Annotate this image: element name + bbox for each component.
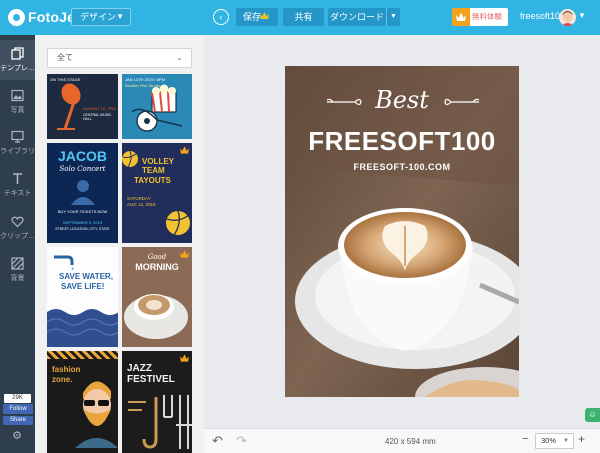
template-text: AUG 12, 2018 — [127, 202, 156, 207]
undo-icon[interactable]: ↶ — [212, 433, 223, 449]
chevron-down-icon: ▼ — [116, 12, 124, 21]
template-text: JAZZ — [127, 363, 152, 374]
poster-subtitle[interactable]: FREESOFT-100.COM — [285, 162, 519, 172]
text-icon — [13, 173, 22, 184]
template-text: Solo Concert — [59, 165, 106, 173]
template-text: zone. — [52, 375, 73, 384]
avatar[interactable] — [559, 9, 576, 26]
template-text: MORNING — [135, 262, 179, 272]
library-icon — [11, 130, 24, 143]
free-trial-label: 無料体験 — [472, 12, 502, 21]
sidebar-item-photos[interactable]: 写真 — [0, 82, 35, 122]
heart-icon — [11, 216, 24, 228]
sidebar-item-label: クリップ… — [0, 233, 35, 240]
poster-canvas[interactable]: Best FREESOFT100 FREESOFT-100.COM — [285, 66, 519, 397]
photo-icon — [11, 89, 24, 102]
volleyball-icon — [166, 210, 190, 236]
template-thumbnail[interactable]: VOLLEY TEAM TAYOUTS SATURDAY AUG 12, 201… — [122, 143, 192, 243]
water-waves-illustration — [47, 309, 118, 347]
back-arrow-icon[interactable]: ‹ — [213, 9, 229, 25]
zoom-out-button[interactable]: − — [522, 433, 528, 445]
sidebar-item-text[interactable]: テキスト — [0, 165, 35, 205]
background-icon — [11, 257, 24, 270]
sidebar-item-label: ライブラリ — [0, 148, 35, 155]
sidebar-item-label: 背景 — [10, 275, 25, 282]
template-thumbnail[interactable]: SAVE WATER, SAVE LIFE! — [47, 247, 118, 347]
template-text: SATURDAY — [127, 196, 151, 201]
template-text: TAYOUTS — [134, 176, 171, 185]
facebook-like-count: 29K — [4, 394, 31, 403]
template-thumbnail[interactable]: JAZZ FESTIVEL — [122, 351, 192, 453]
template-text: FESTIVEL — [127, 374, 175, 385]
template-icon — [11, 47, 24, 60]
zoom-in-button[interactable]: + — [578, 432, 585, 446]
template-text: VOLLEY — [142, 157, 175, 166]
template-text: CENTRAL MUSIC HALL — [83, 113, 112, 121]
crown-icon — [180, 354, 189, 362]
template-text: BUY YOUR TICKETS NOW — [57, 209, 108, 214]
poster-title[interactable]: FREESOFT100 — [285, 126, 519, 157]
sidebar-item-background[interactable]: 背景 — [0, 250, 35, 290]
facebook-follow-label: Follow — [9, 406, 27, 412]
coffee-cup-photo — [124, 294, 188, 339]
facebook-follow-button[interactable]: Follow — [3, 404, 33, 414]
sidebar-item-label: 写真 — [10, 107, 25, 114]
fotojet-logo-icon — [8, 9, 25, 26]
gear-icon[interactable]: ⚙ — [11, 430, 23, 442]
zoom-value: 30% — [541, 436, 557, 445]
sidebar-item-label: テキスト — [3, 190, 32, 197]
sidebar-item-templates[interactable]: テンプレ… — [0, 40, 35, 80]
share-button[interactable]: 共有 — [283, 8, 324, 26]
template-text: JACOB — [57, 148, 107, 164]
coffee-background-photo — [285, 66, 519, 397]
bearded-man-illustration — [75, 381, 118, 448]
save-button[interactable]: 保存 — [236, 8, 278, 26]
template-filter-dropdown[interactable]: 全て ⌄ — [47, 48, 192, 68]
sidebar-item-label: テンプレ… — [0, 65, 35, 72]
facebook-share-button[interactable]: Share — [3, 416, 33, 425]
save-label: 保存 — [243, 12, 262, 22]
download-options-chevron-icon[interactable]: ▼ — [386, 8, 400, 26]
saxophone-illustration — [128, 395, 192, 449]
template-text: SAVE WATER, — [59, 272, 113, 281]
template-text: AUGUST 12, 7PM — [83, 106, 116, 111]
crown-icon — [260, 12, 269, 19]
redo-icon[interactable]: ↷ — [236, 433, 247, 449]
singer-silhouette-illustration — [71, 180, 95, 205]
stripe-decoration — [47, 351, 118, 359]
chevron-down-icon[interactable]: ▼ — [578, 11, 586, 20]
crown-icon — [180, 146, 189, 154]
faucet-icon — [54, 255, 74, 270]
template-text: STREET LOCATION, CITY, STATE — [55, 227, 110, 231]
sidebar-item-library[interactable]: ライブラリ — [0, 123, 35, 163]
volleyball-icon — [122, 150, 138, 168]
free-trial-button[interactable]: 無料体験 — [452, 8, 508, 26]
canvas-size-label: 420 x 594 mm — [385, 437, 436, 446]
template-thumbnail[interactable]: JACOB Solo Concert BUY YOUR TICKETS NOW … — [47, 143, 118, 243]
feedback-chat-icon[interactable]: ☺ — [585, 408, 600, 422]
download-button[interactable]: ダウンロード — [328, 8, 386, 26]
template-filter-value: 全て — [57, 53, 73, 62]
zoom-dropdown[interactable]: 30% ▼ — [535, 433, 574, 449]
design-dropdown-label: デザイン — [80, 12, 117, 22]
template-thumbnail[interactable]: fashion zone. — [47, 351, 118, 453]
sidebar-item-clipart[interactable]: クリップ… — [0, 208, 35, 248]
crown-icon — [452, 8, 470, 26]
template-thumbnail[interactable]: ON THIS STAGE AUGUST 12, 7PM CENTRAL MUS… — [47, 74, 118, 139]
template-thumbnail[interactable]: JAN 13TH 2019 / 8PM Boulder Film Studio — [122, 74, 192, 139]
template-text: SAVE LIFE! — [61, 282, 105, 291]
chevron-down-icon: ⌄ — [176, 53, 183, 62]
design-dropdown[interactable]: デザイン ▼ — [71, 8, 131, 26]
template-text: SEPTEMBER 9, 2019 — [62, 220, 103, 225]
template-text: ON THIS STAGE — [50, 77, 81, 82]
movie-reel-illustration — [131, 84, 183, 132]
poster-script-title[interactable]: Best — [285, 86, 519, 114]
template-text: Good — [147, 253, 167, 261]
template-text: TEAM — [142, 166, 165, 175]
template-thumbnail[interactable]: Good MORNING — [122, 247, 192, 347]
chevron-down-icon: ▼ — [563, 438, 569, 444]
